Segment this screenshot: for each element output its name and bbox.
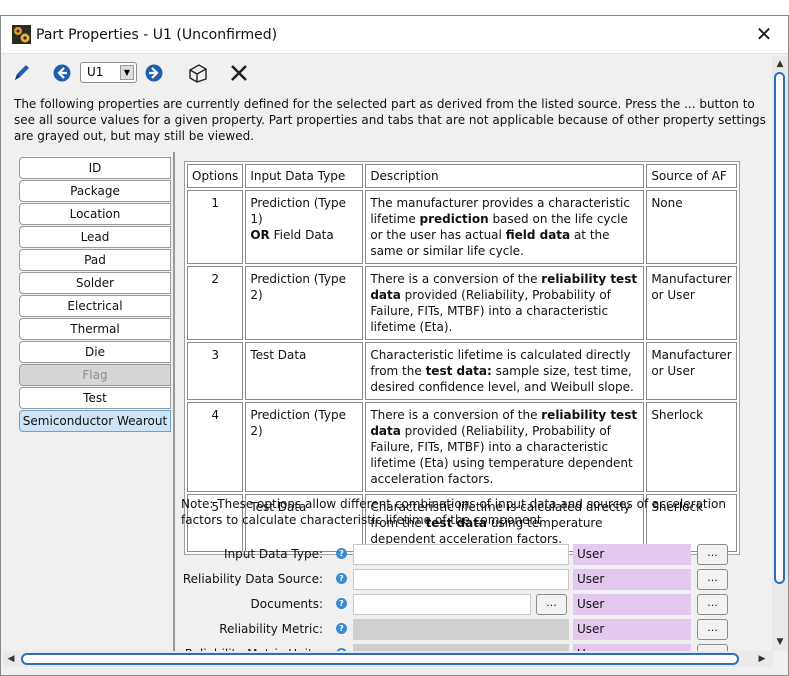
field-row: Reliability Data Source:? User... (181, 569, 741, 591)
header-description: Description (365, 164, 645, 188)
field-input (353, 619, 569, 640)
tab-test[interactable]: Test (19, 387, 171, 409)
tab-electrical[interactable]: Electrical (19, 295, 171, 317)
tab-die[interactable]: Die (19, 341, 171, 363)
pencil-icon[interactable] (11, 61, 33, 85)
field-row: Documents:?... User... (181, 594, 741, 616)
intro-text: The following properties are currently d… (14, 97, 766, 143)
field-source: User (573, 594, 691, 615)
cell-option: 1 (187, 190, 244, 264)
app-gears-icon (12, 25, 31, 44)
scroll-right-icon[interactable]: ▶ (755, 652, 769, 666)
cell-description: Characteristic lifetime is calculated di… (365, 342, 645, 400)
source-values-button[interactable]: ... (697, 619, 728, 640)
help-icon[interactable]: ? (336, 598, 347, 609)
delete-x-icon[interactable] (228, 61, 250, 85)
cell-option: 3 (187, 342, 244, 400)
help-icon[interactable]: ? (336, 623, 347, 634)
header-source-of-af: Source of AF (646, 164, 737, 188)
toolbar: U1 ▼ (1, 56, 771, 90)
field-input[interactable] (353, 544, 569, 565)
chevron-down-icon[interactable]: ▼ (120, 65, 134, 80)
tab-package[interactable]: Package (19, 180, 171, 202)
field-source: User (573, 569, 691, 590)
table-row: 1 Prediction (Type 1) OR Field Data The man… (187, 190, 737, 264)
scroll-left-icon[interactable]: ◀ (4, 652, 18, 666)
field-label: Reliability Metric: (219, 622, 323, 636)
scroll-down-icon[interactable]: ▼ (773, 635, 787, 649)
scroll-up-icon[interactable]: ▲ (773, 57, 787, 71)
table-row: 4 Prediction (Type 2) There is a conversio… (187, 402, 737, 492)
field-source: User (573, 544, 691, 565)
cell-description: The manufacturer provides a characterist… (365, 190, 645, 264)
close-icon[interactable]: ✕ (752, 22, 776, 46)
cell-source-of-af: Manufacturer or User (646, 342, 737, 400)
window-title: Part Properties - U1 (Unconfirmed) (36, 27, 278, 43)
field-label: Input Data Type: (224, 547, 323, 561)
note-text: Note: These options allow different comb… (181, 497, 726, 527)
title-bar: Part Properties - U1 (Unconfirmed) ✕ (1, 16, 788, 54)
help-icon[interactable]: ? (336, 573, 347, 584)
back-arrow-icon[interactable] (52, 61, 72, 85)
forward-arrow-icon[interactable] (144, 61, 164, 85)
part-select-value: U1 (87, 65, 104, 79)
tab-thermal[interactable]: Thermal (19, 318, 171, 340)
property-tabs: ID Package Location Lead Pad Solder Electrical… (19, 157, 171, 433)
table-row: 2 Prediction (Type 2) There is a conversio… (187, 266, 737, 340)
field-label: Documents: (250, 597, 323, 611)
cell-input-data-type: Prediction (Type 2) (245, 402, 364, 492)
horizontal-scrollbar[interactable]: ◀ ▶ (3, 651, 773, 667)
table-row: 3 Test Data Characteristic lifetime is cal… (187, 342, 737, 400)
source-values-button[interactable]: ... (697, 544, 728, 565)
source-values-button[interactable]: ... (697, 594, 728, 615)
table-header-row: Options Input Data Type Description Sour… (187, 164, 737, 188)
tab-lead[interactable]: Lead (19, 226, 171, 248)
cell-option: 2 (187, 266, 244, 340)
3d-box-icon[interactable] (187, 61, 209, 85)
tab-semiconductor-wearout[interactable]: Semiconductor Wearout (19, 410, 171, 432)
cell-description: There is a conversion of the reliability… (365, 402, 645, 492)
field-label: Reliability Data Source: (182, 572, 323, 586)
cell-input-data-type: Prediction (Type 2) (245, 266, 364, 340)
cell-source-of-af: None (646, 190, 737, 264)
cell-option: 4 (187, 402, 244, 492)
cell-description: There is a conversion of the reliability… (365, 266, 645, 340)
header-input-data-type: Input Data Type (245, 164, 364, 188)
horizontal-scroll-thumb[interactable] (21, 653, 739, 665)
browse-documents-button[interactable]: ... (536, 594, 567, 615)
part-select[interactable]: U1 ▼ (80, 62, 137, 83)
cell-input-data-type: Test Data (245, 342, 364, 400)
source-values-button[interactable]: ... (697, 569, 728, 590)
tab-solder[interactable]: Solder (19, 272, 171, 294)
field-input[interactable] (353, 569, 569, 590)
tab-flag: Flag (19, 364, 171, 386)
vertical-scrollbar[interactable]: ▲ ▼ (772, 56, 788, 651)
field-row: Reliability Metric:? User... (181, 619, 741, 641)
part-properties-window: Part Properties - U1 (Unconfirmed) ✕ U1 … (0, 15, 789, 676)
field-row: Input Data Type:? User... (181, 544, 741, 566)
header-options: Options (187, 164, 244, 188)
field-input[interactable] (353, 594, 531, 615)
tab-divider (173, 152, 175, 652)
tab-id[interactable]: ID (19, 157, 171, 179)
field-source: User (573, 619, 691, 640)
tab-pad[interactable]: Pad (19, 249, 171, 271)
cell-source-of-af: Manufacturer or User (646, 266, 737, 340)
vertical-scroll-thumb[interactable] (774, 72, 785, 584)
cell-source-of-af: Sherlock (646, 402, 737, 492)
help-icon[interactable]: ? (336, 548, 347, 559)
tab-location[interactable]: Location (19, 203, 171, 225)
cell-input-data-type: Prediction (Type 1) OR Field Data (245, 190, 364, 264)
